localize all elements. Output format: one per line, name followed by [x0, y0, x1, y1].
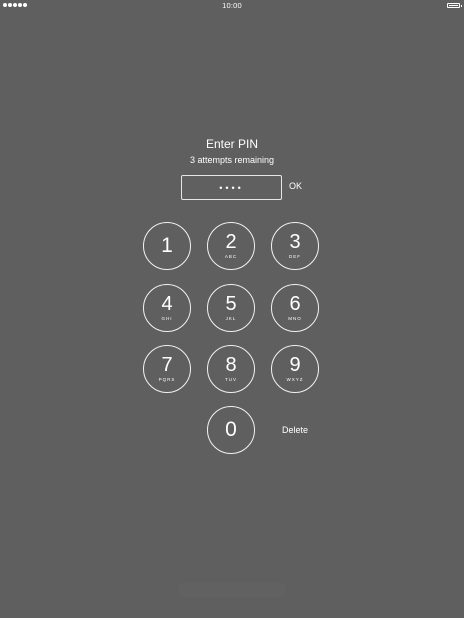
pin-input[interactable]: ••••	[181, 175, 282, 200]
key-letters: TUV	[225, 377, 237, 382]
key-letters: WXYZ	[286, 377, 304, 382]
keypad-key-1[interactable]: 1	[143, 222, 191, 270]
key-letters: MNO	[288, 316, 302, 321]
attempts-remaining: 3 attempts remaining	[189, 155, 275, 165]
keypad-key-2[interactable]: 2 ABC	[207, 222, 255, 270]
status-bar: 10:00	[0, 0, 464, 12]
home-indicator	[178, 583, 286, 597]
key-digit: 7	[161, 354, 173, 376]
battery-icon	[447, 3, 462, 8]
key-letters: GHI	[161, 316, 173, 321]
key-digit: 8	[225, 354, 237, 376]
key-digit: 9	[289, 354, 301, 376]
key-digit: 3	[289, 231, 301, 253]
prompt-title: Enter PIN	[205, 137, 259, 151]
key-letters: DEF	[289, 254, 301, 259]
ok-button[interactable]: OK	[289, 181, 302, 191]
delete-button[interactable]: Delete	[282, 425, 308, 435]
key-digit: 0	[225, 418, 237, 441]
key-digit: 4	[161, 293, 173, 315]
pin-entry-screen: 10:00 Enter PIN 3 attempts remaining •••…	[0, 0, 464, 618]
key-letters: ABC	[224, 254, 238, 259]
keypad-key-4[interactable]: 4 GHI	[143, 284, 191, 332]
status-time: 10:00	[222, 1, 242, 10]
key-digit: 5	[225, 293, 237, 315]
key-letters: PQRS	[158, 377, 176, 382]
keypad-key-0[interactable]: 0	[207, 406, 255, 454]
keypad-key-8[interactable]: 8 TUV	[207, 345, 255, 393]
key-letters: JKL	[225, 316, 237, 321]
keypad-key-6[interactable]: 6 MNO	[271, 284, 319, 332]
keypad-key-9[interactable]: 9 WXYZ	[271, 345, 319, 393]
key-digit: 6	[289, 293, 301, 315]
keypad-key-3[interactable]: 3 DEF	[271, 222, 319, 270]
keypad-key-5[interactable]: 5 JKL	[207, 284, 255, 332]
keypad-key-7[interactable]: 7 PQRS	[143, 345, 191, 393]
key-digit: 1	[161, 234, 173, 257]
key-digit: 2	[225, 231, 237, 253]
